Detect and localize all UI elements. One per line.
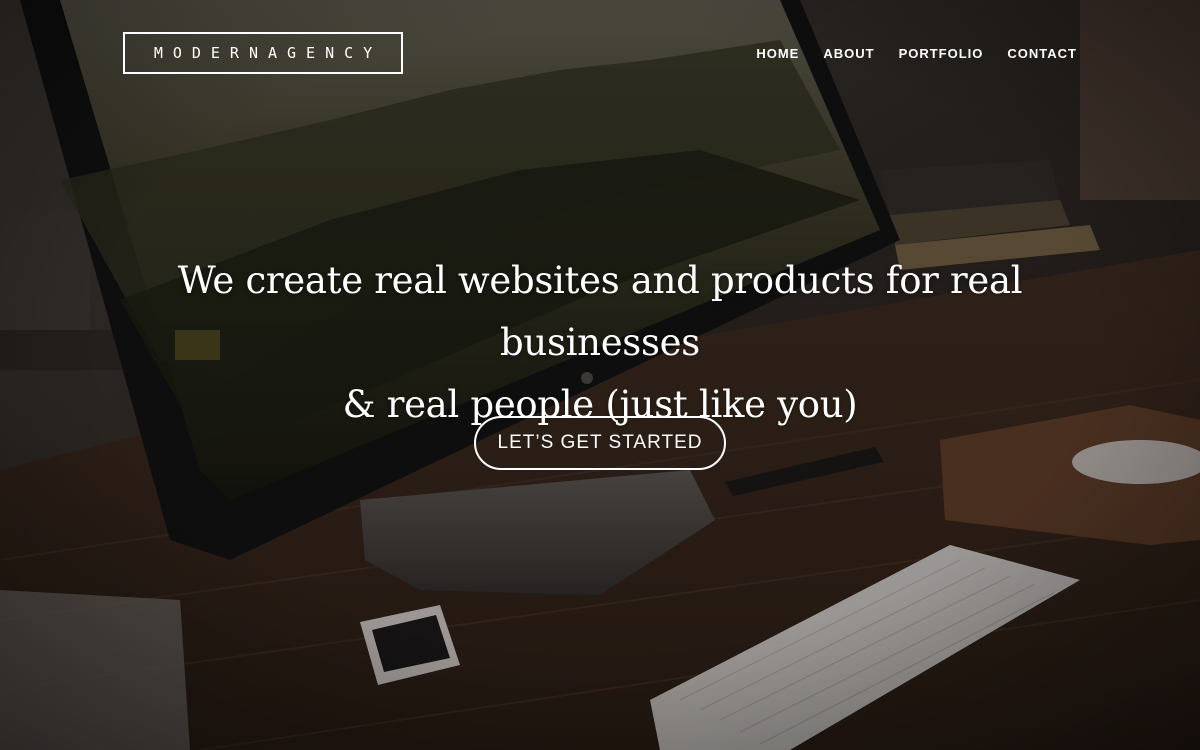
hero-headline-line-1: We create real websites and products for…	[177, 259, 1023, 364]
hero-section: MODERNAGENCY HOME ABOUT PORTFOLIO CONTAC…	[0, 0, 1200, 750]
nav-link-about[interactable]: ABOUT	[823, 46, 874, 62]
nav-link-contact[interactable]: CONTACT	[1007, 46, 1077, 62]
main-navigation: HOME ABOUT PORTFOLIO CONTACT	[732, 46, 1077, 62]
hero-headline: We create real websites and products for…	[100, 250, 1100, 436]
nav-link-home[interactable]: HOME	[756, 46, 799, 62]
nav-link-portfolio[interactable]: PORTFOLIO	[899, 46, 984, 62]
site-logo[interactable]: MODERNAGENCY	[123, 32, 403, 74]
get-started-button[interactable]: LET’S GET STARTED	[474, 416, 726, 470]
